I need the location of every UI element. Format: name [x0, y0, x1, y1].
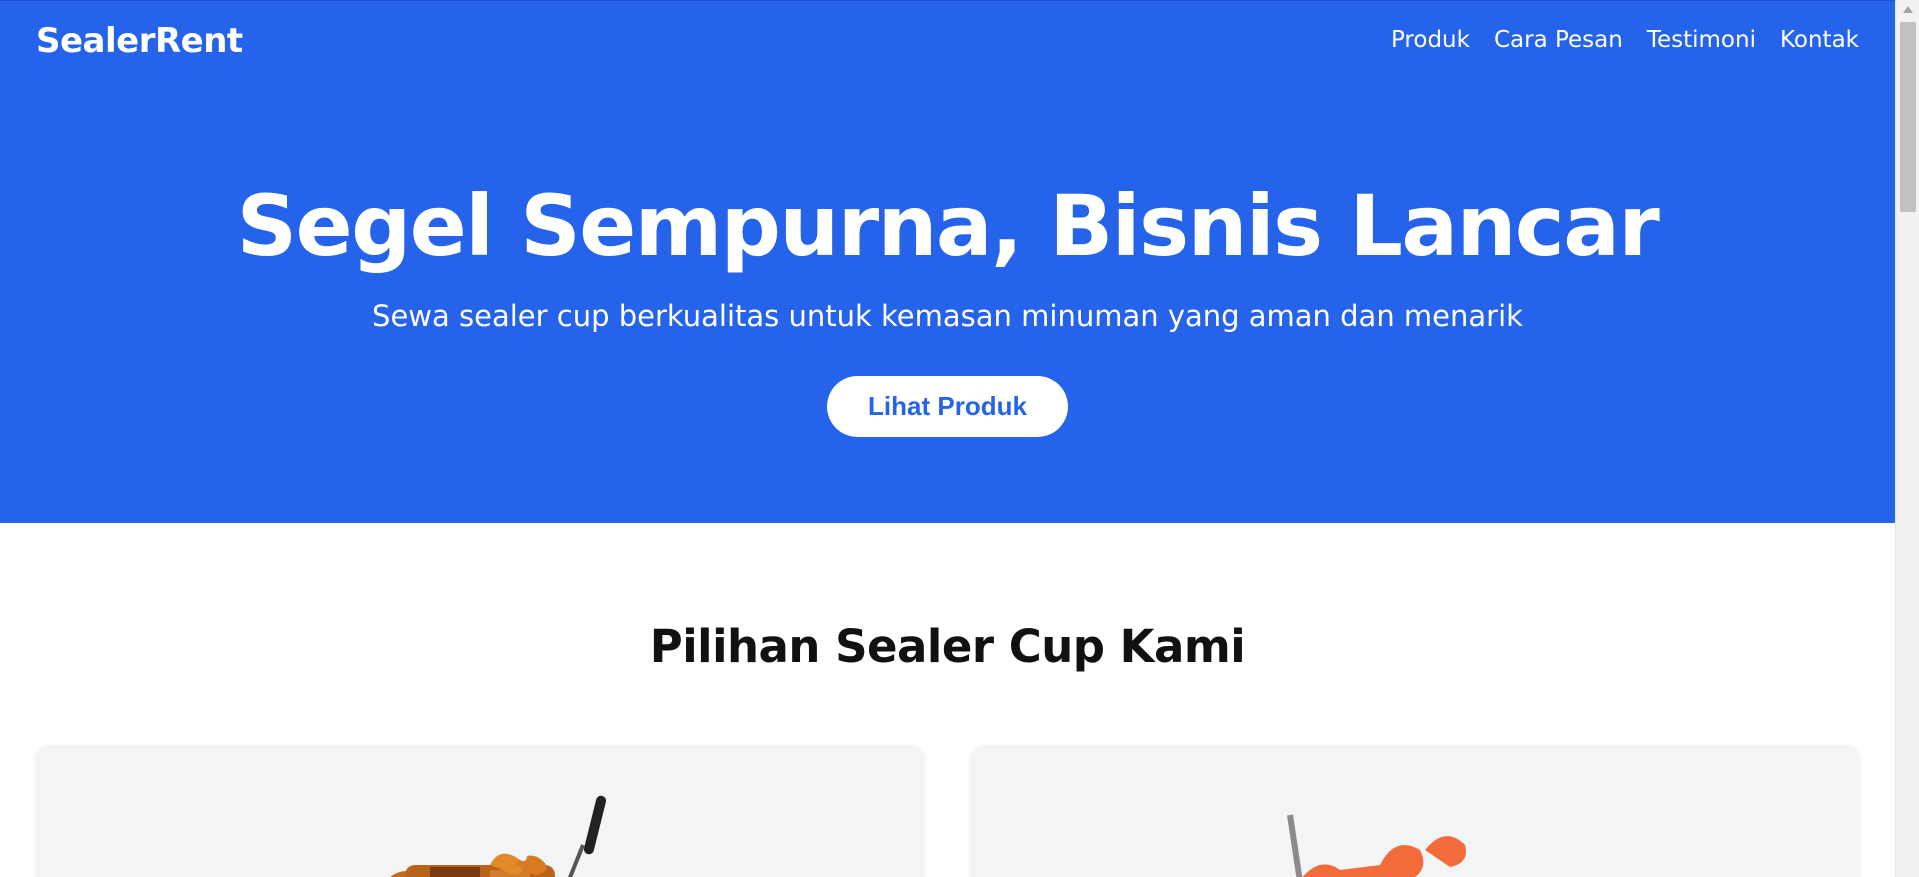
scroll-up-icon[interactable]: [1903, 6, 1913, 13]
nav-link-kontak[interactable]: Kontak: [1780, 27, 1859, 53]
product-card[interactable]: [35, 745, 925, 877]
nav-link-produk[interactable]: Produk: [1391, 27, 1470, 53]
view-products-button[interactable]: Lihat Produk: [827, 376, 1068, 437]
hero-section: SealerRent Produk Cara Pesan Testimoni K…: [0, 0, 1895, 523]
scroll-thumb[interactable]: [1900, 22, 1916, 212]
sealer-machine-image: [1287, 814, 1466, 877]
sealer-machine-image: [390, 795, 607, 877]
brand-logo[interactable]: SealerRent: [36, 21, 243, 61]
hero-subtitle: Sewa sealer cup berkualitas untuk kemasa…: [372, 299, 1523, 333]
nav-link-cara-pesan[interactable]: Cara Pesan: [1494, 27, 1623, 53]
product-card[interactable]: [970, 745, 1860, 877]
products-section-title: Pilihan Sealer Cup Kami: [649, 620, 1246, 673]
page: SealerRent Produk Cara Pesan Testimoni K…: [0, 0, 1895, 877]
hero-title: Segel Sempurna, Bisnis Lancar: [236, 177, 1660, 275]
vertical-scrollbar[interactable]: [1895, 0, 1919, 877]
nav-link-testimoni[interactable]: Testimoni: [1647, 27, 1756, 53]
main-nav: Produk Cara Pesan Testimoni Kontak: [1391, 27, 1859, 53]
